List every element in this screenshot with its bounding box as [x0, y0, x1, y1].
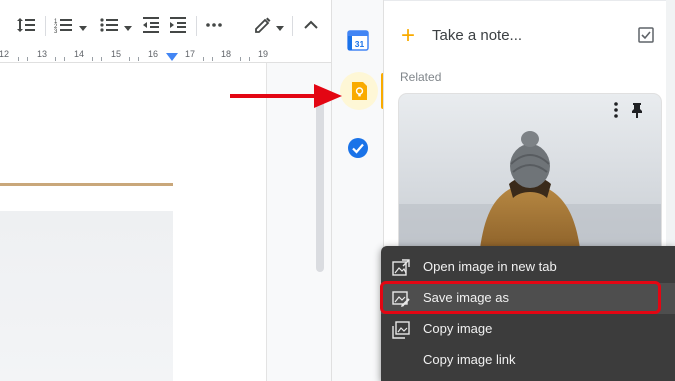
panel-top-divider — [384, 0, 666, 1]
bulleted-list-icon[interactable] — [98, 14, 120, 36]
line-spacing-icon[interactable] — [14, 14, 38, 36]
ruler-number: 19 — [258, 49, 269, 59]
ruler-tick — [55, 57, 56, 61]
ruler-number: 12 — [0, 49, 10, 59]
ruler-tick — [129, 57, 130, 61]
related-heading: Related — [400, 70, 442, 84]
pin-icon[interactable] — [631, 102, 643, 123]
edit-mode-dropdown-icon[interactable] — [276, 26, 284, 31]
open-image-icon — [392, 259, 410, 277]
ruler-tick — [27, 57, 28, 61]
menu-item-label: Open image in new tab — [423, 259, 557, 274]
menu-item-copy-image-link[interactable]: Copy image link — [381, 345, 675, 376]
ruler-tick — [138, 57, 139, 61]
ruler-tick — [18, 57, 19, 61]
annotation-arrow — [230, 84, 342, 108]
tasks-icon[interactable] — [347, 137, 369, 159]
calendar-icon[interactable]: 31 — [347, 29, 369, 51]
toolbar-divider — [292, 16, 293, 36]
ruler-tick — [240, 57, 241, 61]
ruler-tick — [203, 57, 204, 61]
more-vert-icon[interactable] — [613, 102, 619, 123]
more-icon[interactable] — [203, 14, 225, 36]
ruler-number: 17 — [185, 49, 196, 59]
ruler-tick — [249, 57, 250, 61]
edit-mode-icon[interactable] — [252, 14, 274, 36]
take-note-bar[interactable]: + Take a note... — [384, 18, 666, 54]
ruler-tick — [64, 57, 65, 61]
ruler-tick — [212, 57, 213, 61]
increase-indent-icon[interactable] — [167, 14, 189, 36]
toolbar-divider — [45, 16, 46, 36]
menu-item-copy-image[interactable]: Copy image — [381, 314, 675, 345]
ruler-number: 16 — [148, 49, 159, 59]
indent-marker[interactable] — [166, 53, 178, 61]
docs-toolbar: 123 — [0, 0, 331, 49]
keep-icon[interactable] — [340, 72, 378, 110]
ruler-number: 14 — [74, 49, 85, 59]
person-photo — [399, 94, 661, 256]
menu-item-open-image-new-tab[interactable]: Open image in new tab — [381, 252, 675, 283]
menu-item-label: Copy image link — [423, 352, 516, 367]
ruler-tick — [92, 57, 93, 61]
checkbox-icon[interactable] — [638, 27, 654, 48]
ruler-number: 15 — [111, 49, 122, 59]
ruler-number: 13 — [37, 49, 48, 59]
annotation-highlight-box — [380, 281, 661, 314]
docs-area: 123 12 13 14 15 16 17 18 19 — [0, 0, 331, 381]
numbered-list-dropdown-icon[interactable] — [79, 26, 87, 31]
horizontal-rule — [0, 183, 173, 186]
ruler-number: 18 — [221, 49, 232, 59]
ruler-tick — [101, 57, 102, 61]
calendar-day-text: 31 — [355, 39, 365, 49]
docs-scrollbar[interactable] — [316, 96, 324, 272]
collapse-icon[interactable] — [300, 14, 322, 36]
toolbar-divider — [196, 16, 197, 36]
menu-item-label: Copy image — [423, 321, 493, 336]
note-card-image[interactable] — [399, 94, 661, 256]
document-image[interactable] — [0, 211, 173, 381]
copy-image-icon — [392, 321, 410, 339]
side-panel-rail: 31 — [331, 0, 384, 381]
numbered-list-icon[interactable]: 123 — [52, 14, 74, 36]
bulleted-list-dropdown-icon[interactable] — [124, 26, 132, 31]
svg-text:3: 3 — [54, 29, 58, 34]
plus-icon[interactable]: + — [401, 24, 421, 48]
decrease-indent-icon[interactable] — [140, 14, 162, 36]
take-note-label[interactable]: Take a note... — [432, 27, 522, 44]
